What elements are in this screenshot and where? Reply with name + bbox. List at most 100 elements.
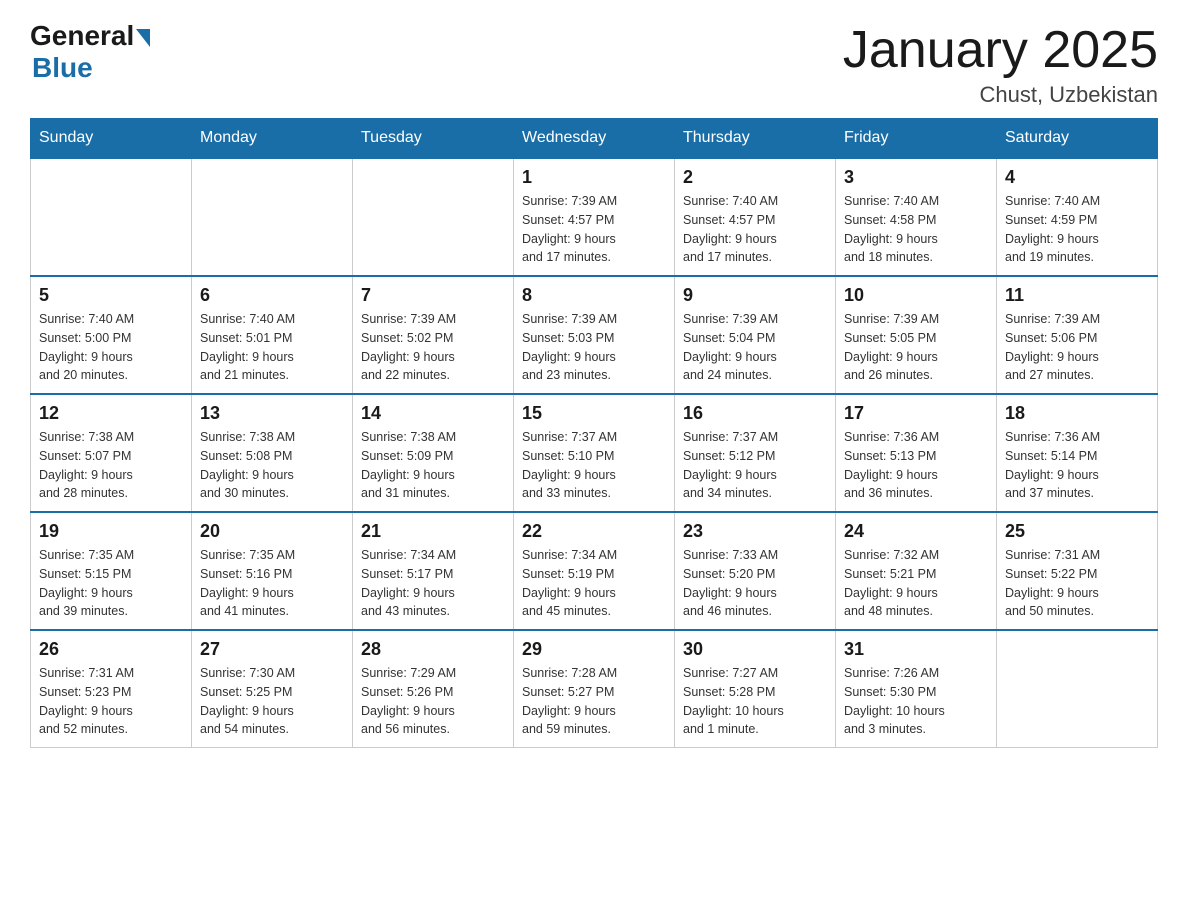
day-number: 3 — [844, 167, 988, 188]
day-info: Sunrise: 7:39 AM Sunset: 4:57 PM Dayligh… — [522, 192, 666, 267]
calendar-header: SundayMondayTuesdayWednesdayThursdayFrid… — [31, 119, 1158, 159]
day-number: 30 — [683, 639, 827, 660]
day-info: Sunrise: 7:35 AM Sunset: 5:15 PM Dayligh… — [39, 546, 183, 621]
day-cell: 17 Sunrise: 7:36 AM Sunset: 5:13 PM Dayli… — [836, 394, 997, 512]
day-info: Sunrise: 7:31 AM Sunset: 5:23 PM Dayligh… — [39, 664, 183, 739]
day-cell: 24 Sunrise: 7:32 AM Sunset: 5:21 PM Dayli… — [836, 512, 997, 630]
day-cell: 29 Sunrise: 7:28 AM Sunset: 5:27 PM Dayli… — [514, 630, 675, 748]
day-cell: 22Sunrise: 7:34 AM Sunset: 5:19 PM Dayli… — [514, 512, 675, 630]
day-cell: 9 Sunrise: 7:39 AM Sunset: 5:04 PM Daylig… — [675, 276, 836, 394]
header-cell-thursday: Thursday — [675, 119, 836, 159]
day-cell: 20Sunrise: 7:35 AM Sunset: 5:16 PM Dayli… — [192, 512, 353, 630]
day-number: 26 — [39, 639, 183, 660]
day-number: 31 — [844, 639, 988, 660]
week-row-4: 19 Sunrise: 7:35 AM Sunset: 5:15 PM Dayli… — [31, 512, 1158, 630]
day-info: Sunrise: 7:28 AM Sunset: 5:27 PM Dayligh… — [522, 664, 666, 739]
day-info: Sunrise: 7:37 AM Sunset: 5:10 PM Dayligh… — [522, 428, 666, 503]
calendar-subtitle: Chust, Uzbekistan — [843, 82, 1158, 108]
day-number: 9 — [683, 285, 827, 306]
day-info: Sunrise: 7:39 AM Sunset: 5:03 PM Dayligh… — [522, 310, 666, 385]
day-number: 21 — [361, 521, 505, 542]
day-number: 27 — [200, 639, 344, 660]
day-number: 19 — [39, 521, 183, 542]
day-info: Sunrise: 7:36 AM Sunset: 5:13 PM Dayligh… — [844, 428, 988, 503]
day-cell: 12 Sunrise: 7:38 AM Sunset: 5:07 PM Dayli… — [31, 394, 192, 512]
day-cell: 14 Sunrise: 7:38 AM Sunset: 5:09 PM Dayli… — [353, 394, 514, 512]
day-number: 12 — [39, 403, 183, 424]
day-cell: 28Sunrise: 7:29 AM Sunset: 5:26 PM Dayli… — [353, 630, 514, 748]
day-number: 25 — [1005, 521, 1149, 542]
day-cell — [353, 158, 514, 276]
day-cell — [997, 630, 1158, 748]
day-number: 18 — [1005, 403, 1149, 424]
week-row-3: 12 Sunrise: 7:38 AM Sunset: 5:07 PM Dayli… — [31, 394, 1158, 512]
day-cell: 4 Sunrise: 7:40 AM Sunset: 4:59 PM Daylig… — [997, 158, 1158, 276]
day-info: Sunrise: 7:31 AM Sunset: 5:22 PM Dayligh… — [1005, 546, 1149, 621]
calendar-title: January 2025 — [843, 20, 1158, 80]
day-number: 17 — [844, 403, 988, 424]
day-info: Sunrise: 7:32 AM Sunset: 5:21 PM Dayligh… — [844, 546, 988, 621]
day-cell: 30 Sunrise: 7:27 AM Sunset: 5:28 PM Dayli… — [675, 630, 836, 748]
day-info: Sunrise: 7:37 AM Sunset: 5:12 PM Dayligh… — [683, 428, 827, 503]
day-number: 8 — [522, 285, 666, 306]
day-cell: 5 Sunrise: 7:40 AM Sunset: 5:00 PM Daylig… — [31, 276, 192, 394]
day-info: Sunrise: 7:27 AM Sunset: 5:28 PM Dayligh… — [683, 664, 827, 739]
day-cell: 21 Sunrise: 7:34 AM Sunset: 5:17 PM Dayli… — [353, 512, 514, 630]
day-info: Sunrise: 7:34 AM Sunset: 5:17 PM Dayligh… — [361, 546, 505, 621]
day-number: 29 — [522, 639, 666, 660]
header-cell-saturday: Saturday — [997, 119, 1158, 159]
day-number: 6 — [200, 285, 344, 306]
logo-arrow-icon — [136, 29, 150, 47]
week-row-1: 1 Sunrise: 7:39 AM Sunset: 4:57 PM Daylig… — [31, 158, 1158, 276]
day-info: Sunrise: 7:36 AM Sunset: 5:14 PM Dayligh… — [1005, 428, 1149, 503]
page-header: General Blue January 2025 Chust, Uzbekis… — [30, 20, 1158, 108]
day-cell — [31, 158, 192, 276]
header-cell-friday: Friday — [836, 119, 997, 159]
day-number: 24 — [844, 521, 988, 542]
day-info: Sunrise: 7:40 AM Sunset: 5:00 PM Dayligh… — [39, 310, 183, 385]
day-cell — [192, 158, 353, 276]
day-number: 1 — [522, 167, 666, 188]
day-cell: 18 Sunrise: 7:36 AM Sunset: 5:14 PM Dayli… — [997, 394, 1158, 512]
day-cell: 31 Sunrise: 7:26 AM Sunset: 5:30 PM Dayli… — [836, 630, 997, 748]
day-number: 13 — [200, 403, 344, 424]
day-number: 14 — [361, 403, 505, 424]
day-info: Sunrise: 7:29 AM Sunset: 5:26 PM Dayligh… — [361, 664, 505, 739]
header-row: SundayMondayTuesdayWednesdayThursdayFrid… — [31, 119, 1158, 159]
day-info: Sunrise: 7:26 AM Sunset: 5:30 PM Dayligh… — [844, 664, 988, 739]
day-cell: 8 Sunrise: 7:39 AM Sunset: 5:03 PM Daylig… — [514, 276, 675, 394]
day-info: Sunrise: 7:34 AM Sunset: 5:19 PM Dayligh… — [522, 546, 666, 621]
day-info: Sunrise: 7:39 AM Sunset: 5:02 PM Dayligh… — [361, 310, 505, 385]
day-info: Sunrise: 7:38 AM Sunset: 5:08 PM Dayligh… — [200, 428, 344, 503]
day-info: Sunrise: 7:38 AM Sunset: 5:09 PM Dayligh… — [361, 428, 505, 503]
day-cell: 19 Sunrise: 7:35 AM Sunset: 5:15 PM Dayli… — [31, 512, 192, 630]
day-info: Sunrise: 7:30 AM Sunset: 5:25 PM Dayligh… — [200, 664, 344, 739]
day-number: 5 — [39, 285, 183, 306]
calendar-table: SundayMondayTuesdayWednesdayThursdayFrid… — [30, 118, 1158, 748]
day-cell: 26 Sunrise: 7:31 AM Sunset: 5:23 PM Dayli… — [31, 630, 192, 748]
logo-blue-text: Blue — [32, 52, 93, 84]
day-cell: 3Sunrise: 7:40 AM Sunset: 4:58 PM Daylig… — [836, 158, 997, 276]
title-section: January 2025 Chust, Uzbekistan — [843, 20, 1158, 108]
calendar-body: 1 Sunrise: 7:39 AM Sunset: 4:57 PM Daylig… — [31, 158, 1158, 748]
day-cell: 27 Sunrise: 7:30 AM Sunset: 5:25 PM Dayli… — [192, 630, 353, 748]
day-cell: 16 Sunrise: 7:37 AM Sunset: 5:12 PM Dayli… — [675, 394, 836, 512]
day-number: 23 — [683, 521, 827, 542]
week-row-2: 5 Sunrise: 7:40 AM Sunset: 5:00 PM Daylig… — [31, 276, 1158, 394]
day-cell: 7Sunrise: 7:39 AM Sunset: 5:02 PM Daylig… — [353, 276, 514, 394]
header-cell-tuesday: Tuesday — [353, 119, 514, 159]
day-info: Sunrise: 7:40 AM Sunset: 4:57 PM Dayligh… — [683, 192, 827, 267]
day-number: 4 — [1005, 167, 1149, 188]
day-info: Sunrise: 7:39 AM Sunset: 5:04 PM Dayligh… — [683, 310, 827, 385]
day-number: 20 — [200, 521, 344, 542]
day-info: Sunrise: 7:40 AM Sunset: 4:59 PM Dayligh… — [1005, 192, 1149, 267]
day-cell: 6Sunrise: 7:40 AM Sunset: 5:01 PM Daylig… — [192, 276, 353, 394]
day-cell: 2Sunrise: 7:40 AM Sunset: 4:57 PM Daylig… — [675, 158, 836, 276]
header-cell-monday: Monday — [192, 119, 353, 159]
day-info: Sunrise: 7:39 AM Sunset: 5:05 PM Dayligh… — [844, 310, 988, 385]
day-number: 16 — [683, 403, 827, 424]
day-cell: 1 Sunrise: 7:39 AM Sunset: 4:57 PM Daylig… — [514, 158, 675, 276]
day-info: Sunrise: 7:38 AM Sunset: 5:07 PM Dayligh… — [39, 428, 183, 503]
header-cell-wednesday: Wednesday — [514, 119, 675, 159]
day-cell: 15Sunrise: 7:37 AM Sunset: 5:10 PM Dayli… — [514, 394, 675, 512]
